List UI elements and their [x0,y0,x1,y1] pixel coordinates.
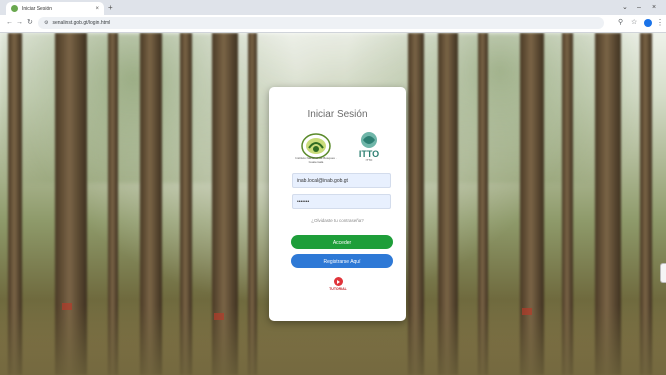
close-tab-icon[interactable]: × [95,6,99,12]
password-input[interactable] [292,194,391,209]
site-favicon-icon [11,5,18,12]
reload-icon[interactable]: ↻ [27,18,33,28]
forgot-password-link[interactable]: ¿Olvidaste tu contraseña? [269,218,406,223]
username-input[interactable] [292,173,391,188]
profile-avatar-icon[interactable] [644,19,652,27]
tab-title: Iniciar Sesión [22,5,53,12]
browser-tab-bar: Iniciar Sesión × + ⌄ – × [0,0,666,15]
tutorial-label: TUTORIAL [329,287,347,291]
login-button[interactable]: Acceder [291,235,393,249]
browser-menu-icon[interactable]: ⋮ [656,17,664,28]
forward-icon[interactable]: → [16,18,23,28]
window-close-icon[interactable]: × [652,2,656,13]
side-accessibility-widget[interactable] [660,263,666,283]
translate-icon[interactable]: ⚲ [618,18,623,28]
bookmark-star-icon[interactable]: ☆ [631,18,637,28]
back-icon[interactable]: ← [6,18,13,28]
url-bar[interactable]: ⚙ senalinst.gob.gt/login.html [38,17,604,29]
login-card: Iniciar Sesión Instituto Nacional de Bos… [269,87,406,321]
site-info-icon[interactable]: ⚙ [44,20,48,26]
new-tab-icon[interactable]: + [108,2,113,13]
itto-logo-caption: ITTO [365,158,373,162]
login-title: Iniciar Sesión [307,109,368,120]
register-button[interactable]: Registrarse Aquí [291,254,393,268]
tutorial-link[interactable]: TUTORIAL [328,277,348,291]
minimize-icon[interactable]: – [637,2,641,13]
youtube-play-icon [333,277,343,286]
url-text: senalinst.gob.gt/login.html [52,20,111,26]
tab-search-icon[interactable]: ⌄ [622,2,628,13]
browser-tab[interactable]: Iniciar Sesión × [6,2,104,15]
address-toolbar: ← → ↻ ⚙ senalinst.gob.gt/login.html ⚲ ☆ … [0,15,666,33]
inab-logo-caption: Instituto Nacional de Bosques · Guatemal… [295,156,337,164]
